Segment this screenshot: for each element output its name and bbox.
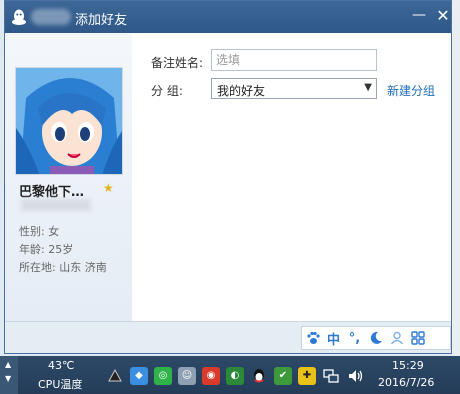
cpu-temperature-label: CPU温度	[38, 378, 83, 391]
punctuation-mode-button[interactable]: °,	[344, 327, 365, 349]
group-label: 分 组:	[151, 84, 183, 98]
volume-icon[interactable]	[346, 367, 364, 385]
user-icon[interactable]	[386, 327, 407, 349]
chat-icon[interactable]: ◎	[154, 367, 172, 385]
paw-icon[interactable]	[302, 327, 323, 349]
desktop-background	[452, 0, 460, 356]
friend-nickname: 巴黎他下…	[19, 185, 85, 200]
blurred-username	[31, 9, 71, 25]
chevron-down-icon: ▼	[5, 374, 12, 383]
anime-avatar-image	[16, 68, 122, 174]
close-button[interactable]: ✕	[433, 6, 453, 26]
chinese-mode-button[interactable]: 中	[323, 327, 344, 349]
clock-date[interactable]: 2016/7/26	[378, 376, 434, 389]
title-bar[interactable]: 添加好友 — ✕	[5, 1, 451, 33]
moon-icon[interactable]	[365, 327, 386, 349]
bottom-bar: 中 °,	[5, 321, 451, 353]
network-icon[interactable]	[322, 367, 340, 385]
qq-icon[interactable]	[250, 367, 268, 385]
star-icon[interactable]: ★	[103, 181, 114, 195]
grid-icon[interactable]	[407, 327, 428, 349]
security-shield-icon[interactable]: ✔	[274, 367, 292, 385]
gender-info: 性别: 女	[19, 225, 60, 238]
add-friend-window: 添加好友 — ✕ 巴黎他下… ★ 性别: 女 年龄: 25岁 所在地: 山东 济…	[4, 0, 452, 354]
plus-icon[interactable]: ✚	[298, 367, 316, 385]
age-info: 年龄: 25岁	[19, 243, 74, 256]
minimize-button[interactable]: —	[409, 7, 429, 27]
remark-name-label: 备注姓名:	[151, 56, 204, 70]
location-info: 所在地: 山东 济南	[19, 261, 107, 274]
ime-toolbar: 中 °,	[301, 326, 451, 350]
avatar[interactable]	[15, 67, 123, 175]
taskbar: ▲ ▼ 43℃ CPU温度 ◆ ◎ ☺ ◉ ◐ ✔ ✚ 15:29 2016/7…	[0, 356, 460, 394]
clock-time[interactable]: 15:29	[392, 359, 424, 372]
cpu-temperature: 43℃	[48, 359, 75, 372]
remark-name-input[interactable]	[211, 49, 377, 71]
window-title: 添加好友	[75, 13, 128, 28]
group-selected-value: 我的好友	[217, 84, 266, 98]
new-group-link[interactable]: 新建分组	[387, 82, 435, 99]
netease-music-icon[interactable]: ◉	[202, 367, 220, 385]
group-select[interactable]: 我的好友 ▼	[211, 78, 377, 99]
qq-penguin-icon	[12, 9, 26, 25]
nvidia-icon[interactable]: ◐	[226, 367, 244, 385]
show-hidden-icons-button[interactable]: ▲ ▼	[0, 356, 18, 394]
chevron-down-icon: ▼	[364, 82, 372, 93]
person-icon[interactable]: ☺	[178, 367, 196, 385]
blurred-qq-number	[21, 199, 91, 211]
chevron-up-icon: ▲	[5, 360, 12, 369]
cube-icon[interactable]: ◆	[130, 367, 148, 385]
profile-panel: 巴黎他下… ★ 性别: 女 年龄: 25岁 所在地: 山东 济南	[5, 33, 132, 321]
tray-app-icon[interactable]	[106, 367, 124, 385]
